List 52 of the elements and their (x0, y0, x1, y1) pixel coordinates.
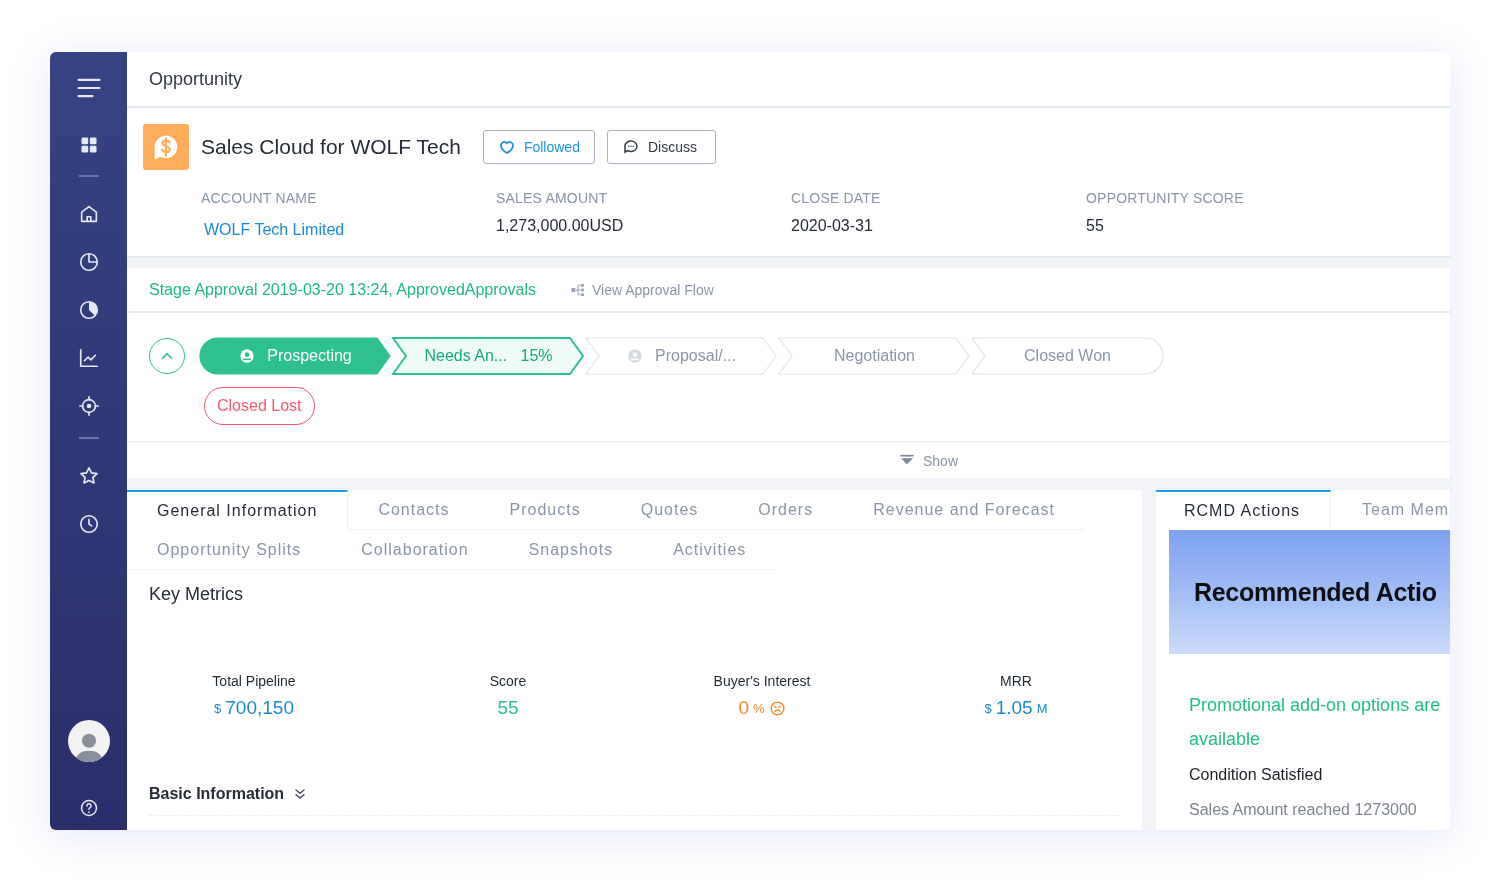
section-title: Basic Information (149, 785, 285, 803)
metric-label: MRR (1000, 673, 1032, 689)
metric-value: $ 700,150 (214, 697, 294, 719)
metric-value: 0 % (738, 697, 786, 719)
person-icon (627, 348, 644, 364)
stage-step[interactable]: Proposal/... (585, 337, 778, 375)
condition-label: Condition Satisfied (1189, 766, 1324, 784)
heart-icon (497, 138, 516, 156)
help-icon[interactable] (78, 798, 99, 818)
tab[interactable]: General Information (127, 490, 349, 530)
metric-label: Total Pipeline (212, 673, 296, 689)
field-value: 2020-03-31 (791, 217, 873, 235)
stage-step[interactable]: Needs An... 15% (392, 337, 585, 375)
line-chart-icon[interactable] (77, 347, 100, 369)
page-title: Opportunity (127, 52, 1450, 108)
discuss-button[interactable]: Discuss (606, 130, 716, 164)
avatar[interactable] (67, 720, 110, 762)
metric-value: 55 (497, 697, 519, 719)
field-value: 1,273,000.00USD (496, 217, 624, 235)
section-title: Key Metrics (149, 584, 245, 605)
condition-text: Sales Amount reached 1273000 (1189, 801, 1418, 819)
target-icon[interactable] (77, 395, 100, 417)
recommendation-title: Promotional add-on options are available (1189, 694, 1442, 751)
closed-lost-button[interactable]: Closed Lost (204, 387, 315, 425)
banner-title: Recommended Actio (1194, 577, 1437, 607)
metric-label: Buyer's Interest (713, 673, 811, 689)
show-toggle[interactable]: Show (899, 452, 958, 469)
field-label: OPPORTUNITY SCORE (1086, 190, 1244, 206)
stage-step[interactable]: Prospecting (199, 337, 392, 375)
stage-step[interactable]: Negotiation (778, 337, 971, 375)
tab[interactable]: RCMD Actions (1156, 490, 1331, 530)
pie-chart-icon[interactable] (77, 251, 100, 273)
field-label: SALES AMOUNT (496, 190, 608, 206)
frown-face-icon (768, 699, 786, 717)
flow-chart-icon (569, 281, 586, 298)
dollar-logo-icon (143, 124, 189, 170)
record-title: Sales Cloud for WOLF Tech (201, 135, 461, 159)
stage-step[interactable]: Closed Won (971, 337, 1164, 375)
person-icon (239, 348, 256, 364)
metric-value: $ 1.05 M (984, 697, 1048, 719)
approval-status: Stage Approval 2019-03-20 13:24, ApprovedApprovals (149, 280, 536, 299)
view-approval-flow-link[interactable]: View Approval Flow (569, 281, 714, 298)
field-value: 55 (1086, 217, 1104, 235)
followed-button[interactable]: Followed (482, 130, 595, 164)
star-icon[interactable] (77, 465, 100, 487)
pie-chart-icon[interactable] (77, 299, 100, 321)
clock-icon[interactable] (77, 513, 100, 535)
metric-label: Score (489, 673, 527, 689)
account-link[interactable]: WOLF Tech Limited (204, 221, 345, 239)
field-label: ACCOUNT NAME (201, 190, 317, 206)
field-label: CLOSE DATE (791, 190, 881, 206)
chat-bubble-icon (621, 138, 640, 156)
